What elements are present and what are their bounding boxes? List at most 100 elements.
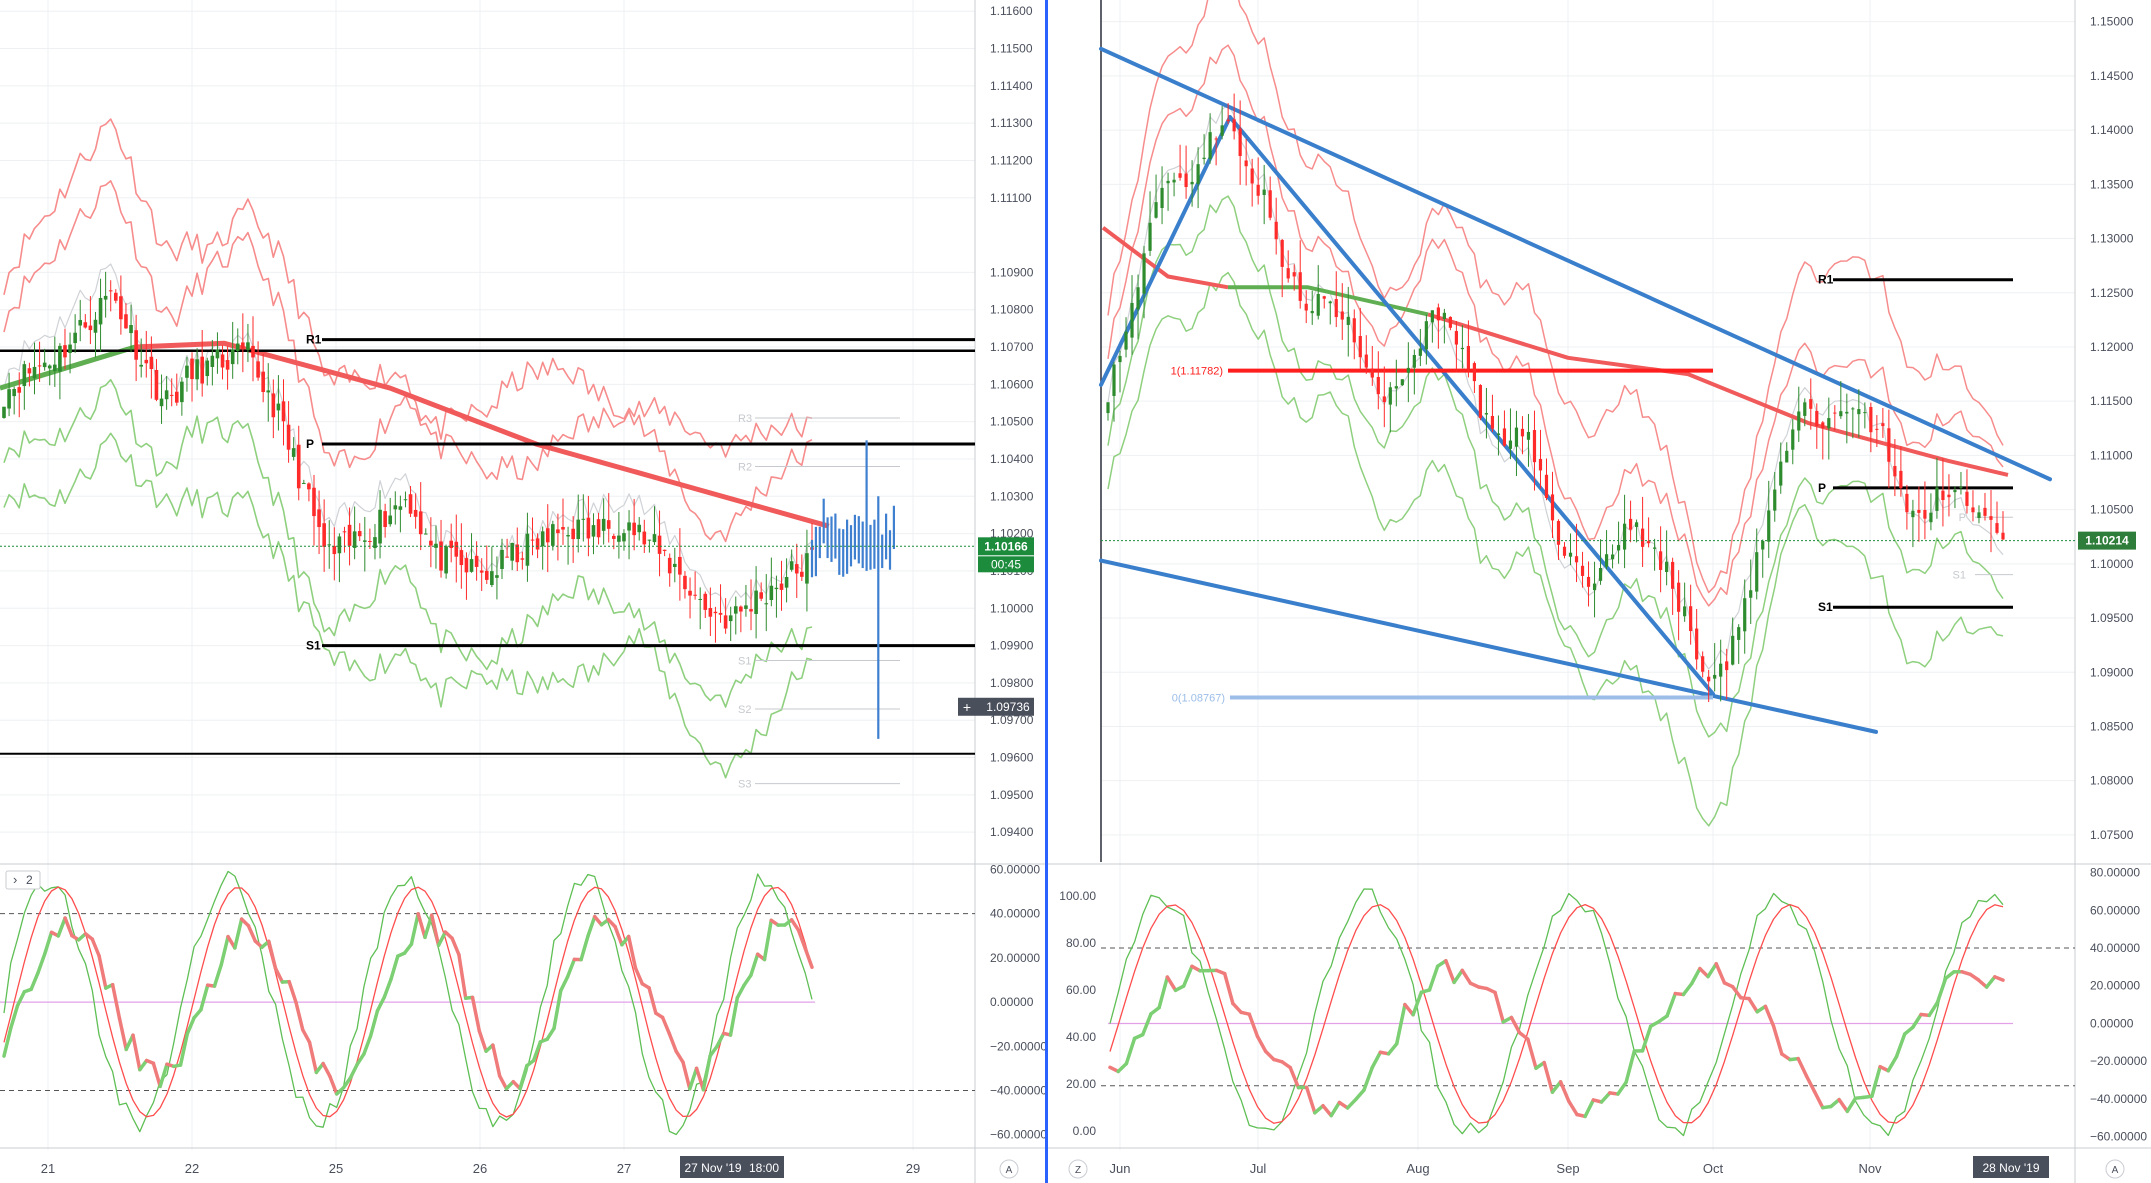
oscillator-signal-segment — [1747, 996, 1759, 1014]
indicator-legend-box[interactable] — [5, 870, 41, 890]
candle-body — [1671, 561, 1675, 589]
candle-body — [566, 535, 570, 537]
oscillator-signal-segment — [1616, 1080, 1628, 1096]
candle-body — [627, 522, 631, 531]
candle-body — [88, 325, 93, 331]
oscillator-signal-segment — [1542, 1060, 1555, 1094]
moving-average-red — [1427, 312, 2009, 477]
candle-body — [749, 609, 753, 612]
oscillator-signal-segment — [1599, 1091, 1612, 1104]
oscillator-signal-segment — [219, 934, 230, 967]
oscillator-signal-segment — [1255, 1034, 1268, 1054]
oscillator-signal-segment — [1714, 962, 1727, 985]
crosshair-plus-icon: + — [963, 699, 971, 715]
candle-body — [1568, 552, 1573, 557]
candle-body — [698, 598, 703, 600]
price-tick-label: 1.09600 — [990, 751, 1034, 765]
candle-body — [1797, 411, 1801, 431]
candle-body — [464, 558, 469, 573]
candle-body — [718, 612, 723, 615]
candle-body — [1616, 545, 1621, 551]
candle-body — [164, 390, 169, 400]
oscillator-signal-segment — [1222, 971, 1235, 1006]
candle-body — [1220, 125, 1224, 136]
candle-body — [185, 365, 189, 378]
fib-label-1: 1(1.11782) — [1171, 366, 1223, 378]
candle-body — [271, 393, 276, 418]
candle-body — [1244, 160, 1248, 167]
candle-body — [32, 366, 37, 379]
candle-body — [530, 539, 535, 541]
price-tick-label: 1.14000 — [2090, 123, 2134, 137]
osc-tick-label: 80.00000 — [2090, 866, 2140, 880]
oscillator-signal-segment — [9, 1003, 20, 1030]
candle-body — [505, 556, 509, 558]
candle-body — [378, 509, 382, 544]
price-tick-label: 1.11500 — [990, 42, 1033, 56]
oscillator-signal-segment — [1345, 1097, 1358, 1110]
candle-body — [1863, 412, 1867, 414]
candle-body — [1274, 221, 1278, 240]
pivot-label: S1 — [1818, 600, 1833, 614]
osc-tick-label: 40.00000 — [990, 907, 1040, 921]
price-tick-label: 1.13500 — [2090, 177, 2134, 191]
candle-body — [312, 487, 316, 517]
lower-band-inner — [1107, 195, 2004, 738]
candle-body — [667, 557, 672, 574]
price-tick-label: 1.10500 — [2090, 503, 2134, 517]
price-tick-label: 1.09900 — [990, 639, 1034, 653]
candle-body — [678, 556, 682, 575]
candle-body — [1124, 331, 1128, 350]
candle-body — [1130, 302, 1134, 338]
candle-body — [302, 483, 306, 485]
candle-body — [7, 389, 11, 409]
candle-body — [1436, 307, 1440, 321]
candle-body — [63, 345, 67, 358]
candle-body — [1791, 429, 1795, 450]
candle-body — [413, 509, 418, 517]
candle-body — [474, 555, 479, 567]
candle-body — [1989, 516, 1993, 520]
oscillator-signal-segment — [1845, 1096, 1858, 1114]
oscillator-signal-segment — [267, 939, 278, 971]
candle-body — [200, 356, 204, 384]
date-tick-label: Jul — [1250, 1161, 1267, 1176]
candle-body — [1364, 354, 1368, 368]
candle-body — [225, 360, 230, 370]
candle-body — [1983, 507, 1987, 516]
candle-body — [1358, 335, 1362, 358]
candle-body — [520, 558, 525, 560]
candle-body — [1845, 411, 1849, 414]
candle-body — [1737, 627, 1741, 640]
oscillator-signal-segment — [1386, 1041, 1399, 1056]
oscillator-signal-segment — [1837, 1097, 1850, 1114]
candle-body — [73, 332, 77, 344]
oscillator-signal-segment — [90, 937, 101, 958]
candle-body — [1689, 606, 1693, 632]
candle-body — [205, 360, 210, 377]
oscillator-signal-segment — [586, 914, 597, 938]
oscillator-signal-segment — [450, 936, 461, 957]
candle-body — [1298, 272, 1302, 301]
oscillator-signal-segment — [667, 1032, 678, 1054]
candle-body — [1148, 222, 1152, 251]
oscillator-signal-segment — [2, 1026, 13, 1058]
price-tick-label: 1.10000 — [990, 601, 1034, 615]
crosshair-date-label: 28 Nov '19 — [1983, 1161, 2040, 1175]
candle-body — [1893, 466, 1897, 477]
candle-body — [556, 529, 560, 534]
right-chart-svg[interactable]: 1.15000 1.14500 1.14000 1.13500 1.13000 1.125… — [1048, 0, 2151, 1183]
left-chart-pane[interactable]: 1.11600 1.11500 1.11400 1.11300 1.11200 1.111… — [0, 0, 1045, 1183]
price-tick-label: 1.14500 — [2090, 69, 2134, 83]
oscillator-signal-segment — [552, 988, 563, 1031]
candle-body — [1514, 427, 1519, 447]
candle-body — [1809, 399, 1813, 409]
candle-body — [149, 356, 154, 370]
candle-body — [124, 314, 128, 329]
candle-body — [1971, 507, 1975, 513]
right-chart-pane[interactable]: 1.15000 1.14500 1.14000 1.13500 1.13000 1.125… — [1048, 0, 2151, 1183]
left-chart-svg[interactable]: 1.11600 1.11500 1.11400 1.11300 1.11200 1.111… — [0, 0, 1045, 1183]
oscillator-signal-segment — [287, 979, 298, 1004]
candle-body — [1995, 523, 1999, 533]
candle-body — [1815, 410, 1819, 427]
